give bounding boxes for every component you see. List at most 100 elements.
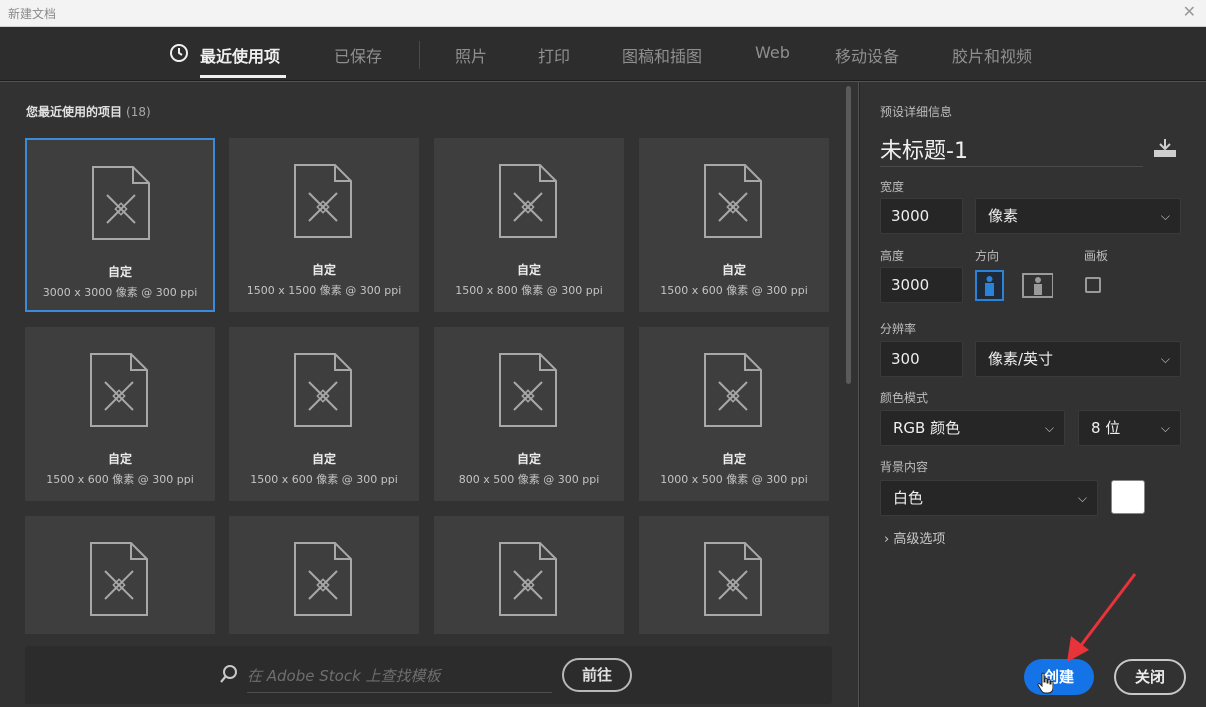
chevron-right-icon: › bbox=[884, 532, 890, 547]
card-size: 3000 x 3000 像素 @ 300 ppi bbox=[42, 286, 198, 299]
chevron-down-icon: ⌵ bbox=[1044, 421, 1054, 435]
tab-print[interactable]: 打印 bbox=[538, 43, 570, 67]
window-close-button[interactable]: ✕ bbox=[1183, 2, 1196, 21]
card-name: 自定 bbox=[311, 452, 336, 466]
recent-preset-card[interactable] bbox=[434, 516, 624, 634]
document-icon bbox=[499, 542, 557, 616]
document-icon bbox=[499, 164, 557, 238]
color-mode-select[interactable]: RGB 颜色 ⌵ bbox=[880, 410, 1065, 446]
recent-preset-card[interactable] bbox=[639, 516, 829, 634]
tab-divider bbox=[419, 41, 420, 69]
tab-mobile[interactable]: 移动设备 bbox=[835, 43, 899, 67]
tab-recent[interactable]: 最近使用项 bbox=[200, 43, 280, 67]
document-name-underline bbox=[880, 166, 1143, 167]
chevron-down-icon: ⌵ bbox=[1077, 491, 1087, 505]
tab-film-video[interactable]: 胶片和视频 bbox=[952, 43, 1032, 67]
clock-icon bbox=[170, 44, 188, 62]
card-name: 自定 bbox=[516, 263, 541, 277]
bit-depth-value: 8 位 bbox=[1091, 419, 1121, 437]
document-icon bbox=[704, 164, 762, 238]
chevron-down-icon: ⌵ bbox=[1160, 421, 1170, 435]
background-select[interactable]: 白色 ⌵ bbox=[880, 480, 1098, 516]
width-label: 宽度 bbox=[880, 180, 905, 194]
tab-photo[interactable]: 照片 bbox=[455, 43, 487, 67]
search-icon bbox=[220, 665, 237, 683]
card-size: 800 x 500 像素 @ 300 ppi bbox=[458, 473, 600, 486]
width-unit-value: 像素 bbox=[988, 207, 1019, 225]
resolution-unit-select[interactable]: 像素/英寸 ⌵ bbox=[975, 341, 1181, 377]
adobe-stock-search-bar: 在 Adobe Stock 上查找模板 前往 bbox=[25, 646, 832, 704]
document-icon bbox=[90, 542, 148, 616]
card-name: 自定 bbox=[721, 263, 746, 277]
advanced-options-label: 高级选项 bbox=[893, 532, 946, 547]
stock-search-underline bbox=[247, 692, 552, 693]
active-tab-indicator bbox=[200, 75, 286, 78]
recent-preset-card[interactable] bbox=[229, 516, 419, 634]
chevron-down-icon: ⌵ bbox=[1160, 352, 1170, 366]
background-value: 白色 bbox=[893, 489, 924, 507]
artboard-label: 画板 bbox=[1084, 249, 1109, 263]
card-name: 自定 bbox=[311, 263, 336, 277]
background-label: 背景内容 bbox=[880, 460, 929, 474]
tab-art-illustration[interactable]: 图稿和插图 bbox=[622, 43, 702, 67]
card-size: 1500 x 600 像素 @ 300 ppi bbox=[250, 473, 398, 486]
recent-preset-card[interactable]: 自定 1500 x 800 像素 @ 300 ppi bbox=[434, 138, 624, 312]
recent-items-panel: 您最近使用的项目 (18) 自定 3000 x 3000 像素 @ 300 ppi 自… bbox=[0, 82, 858, 707]
artboard-checkbox[interactable] bbox=[1085, 277, 1101, 293]
height-input[interactable]: 3000 bbox=[880, 267, 963, 303]
recent-preset-card[interactable]: 自定 1500 x 1500 像素 @ 300 ppi bbox=[229, 138, 419, 312]
recent-preset-card[interactable]: 自定 3000 x 3000 像素 @ 300 ppi bbox=[25, 138, 215, 312]
tab-saved[interactable]: 已保存 bbox=[334, 43, 382, 67]
document-icon bbox=[294, 542, 352, 616]
resolution-unit-value: 像素/英寸 bbox=[988, 350, 1054, 368]
bit-depth-select[interactable]: 8 位 ⌵ bbox=[1078, 410, 1181, 446]
recent-preset-card[interactable]: 自定 1500 x 600 像素 @ 300 ppi bbox=[639, 138, 829, 312]
color-mode-value: RGB 颜色 bbox=[893, 419, 961, 437]
color-mode-label: 颜色模式 bbox=[880, 391, 929, 405]
recent-preset-card[interactable] bbox=[25, 516, 215, 634]
recent-preset-card[interactable]: 自定 1500 x 600 像素 @ 300 ppi bbox=[229, 327, 419, 501]
portrait-orientation-icon[interactable] bbox=[975, 270, 1006, 301]
card-name: 自定 bbox=[107, 452, 132, 466]
height-label: 高度 bbox=[880, 249, 905, 263]
orientation-label: 方向 bbox=[975, 249, 1000, 263]
hand-cursor-icon bbox=[1037, 672, 1053, 694]
window-titlebar: 新建文档 ✕ bbox=[0, 0, 1206, 27]
recent-items-title: 您最近使用的项目 bbox=[26, 105, 123, 119]
width-input[interactable]: 3000 bbox=[880, 198, 963, 234]
document-icon bbox=[294, 353, 352, 427]
card-name: 自定 bbox=[107, 265, 132, 279]
card-size: 1000 x 500 像素 @ 300 ppi bbox=[660, 473, 808, 486]
resolution-input[interactable]: 300 bbox=[880, 341, 963, 377]
width-unit-select[interactable]: 像素 ⌵ bbox=[975, 198, 1181, 234]
preset-details-heading: 预设详细信息 bbox=[880, 105, 953, 119]
recent-items-count: (18) bbox=[126, 105, 151, 119]
document-icon bbox=[92, 166, 150, 240]
advanced-options-toggle[interactable]: › 高级选项 bbox=[884, 528, 945, 547]
background-color-swatch[interactable] bbox=[1111, 480, 1145, 514]
save-preset-icon[interactable] bbox=[1152, 138, 1178, 158]
vertical-scrollbar[interactable] bbox=[846, 86, 851, 384]
recent-preset-card[interactable]: 自定 800 x 500 像素 @ 300 ppi bbox=[434, 327, 624, 501]
recent-preset-card[interactable]: 自定 1000 x 500 像素 @ 300 ppi bbox=[639, 327, 829, 501]
document-icon bbox=[704, 353, 762, 427]
window-title: 新建文档 bbox=[8, 7, 57, 21]
recent-preset-card[interactable]: 自定 1500 x 600 像素 @ 300 ppi bbox=[25, 327, 215, 501]
go-button[interactable]: 前往 bbox=[562, 658, 632, 692]
resolution-label: 分辨率 bbox=[880, 322, 917, 336]
landscape-orientation-icon[interactable] bbox=[1022, 270, 1053, 301]
card-name: 自定 bbox=[721, 452, 746, 466]
document-icon bbox=[499, 353, 557, 427]
card-size: 1500 x 600 像素 @ 300 ppi bbox=[46, 473, 194, 486]
category-tabs: 最近使用项 已保存 照片 打印 图稿和插图 Web 移动设备 胶片和视频 bbox=[0, 27, 1206, 81]
card-size: 1500 x 600 像素 @ 300 ppi bbox=[660, 284, 808, 297]
tab-web[interactable]: Web bbox=[755, 43, 790, 62]
stock-search-input[interactable]: 在 Adobe Stock 上查找模板 bbox=[247, 665, 441, 686]
document-icon bbox=[294, 164, 352, 238]
red-arrow-annotation bbox=[1067, 573, 1137, 662]
card-size: 1500 x 1500 像素 @ 300 ppi bbox=[246, 284, 402, 297]
document-name-field[interactable]: 未标题-1 bbox=[880, 133, 968, 165]
document-icon bbox=[90, 353, 148, 427]
preset-details-panel: 预设详细信息 未标题-1 宽度 3000 像素 ⌵ 高度 方向 画板 3000 分… bbox=[859, 82, 1206, 707]
chevron-down-icon: ⌵ bbox=[1160, 209, 1170, 223]
